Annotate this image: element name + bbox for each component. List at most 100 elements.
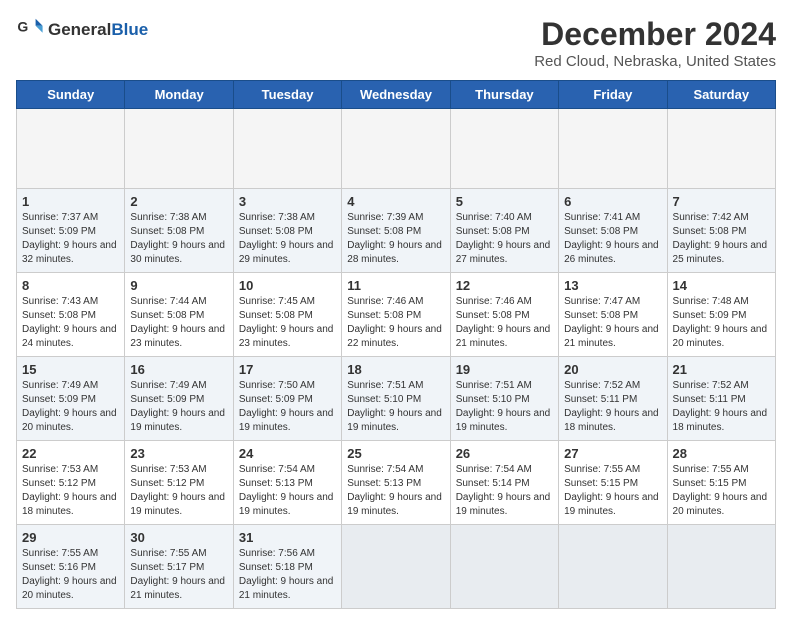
table-row: 20 Sunrise: 7:52 AMSunset: 5:11 PMDayligh…: [559, 357, 667, 441]
table-row: [559, 109, 667, 189]
day-number: 22: [22, 446, 119, 461]
day-number: 30: [130, 530, 227, 545]
day-number: 17: [239, 362, 336, 377]
day-number: 25: [347, 446, 444, 461]
table-row: 18 Sunrise: 7:51 AMSunset: 5:10 PMDayligh…: [342, 357, 450, 441]
day-number: 8: [22, 278, 119, 293]
table-row: 21 Sunrise: 7:52 AMSunset: 5:11 PMDayligh…: [667, 357, 775, 441]
table-row: [450, 109, 558, 189]
day-info: Sunrise: 7:46 AMSunset: 5:08 PMDaylight:…: [456, 295, 553, 351]
col-saturday: Saturday: [667, 81, 775, 109]
day-info: Sunrise: 7:55 AMSunset: 5:15 PMDaylight:…: [673, 463, 770, 519]
page-header: G GeneralBlue December 2024 Red Cloud, N…: [16, 16, 776, 70]
day-info: Sunrise: 7:51 AMSunset: 5:10 PMDaylight:…: [456, 379, 553, 435]
day-number: 31: [239, 530, 336, 545]
table-row: 29 Sunrise: 7:55 AMSunset: 5:16 PMDayligh…: [17, 525, 125, 609]
table-row: 30 Sunrise: 7:55 AMSunset: 5:17 PMDayligh…: [125, 525, 233, 609]
table-row: 27 Sunrise: 7:55 AMSunset: 5:15 PMDayligh…: [559, 441, 667, 525]
table-row: 23 Sunrise: 7:53 AMSunset: 5:12 PMDayligh…: [125, 441, 233, 525]
table-row: 14 Sunrise: 7:48 AMSunset: 5:09 PMDayligh…: [667, 273, 775, 357]
day-number: 5: [456, 194, 553, 209]
table-row: 15Sunrise: 7:49 AMSunset: 5:09 PMDayligh…: [17, 357, 125, 441]
day-number: 7: [673, 194, 770, 209]
table-row: 6Sunrise: 7:41 AMSunset: 5:08 PMDaylight…: [559, 189, 667, 273]
day-info: Sunrise: 7:55 AMSunset: 5:17 PMDaylight:…: [130, 547, 227, 603]
calendar-week-row: [17, 109, 776, 189]
day-number: 1: [22, 194, 119, 209]
col-sunday: Sunday: [17, 81, 125, 109]
table-row: [233, 109, 341, 189]
logo-general-text: General: [48, 20, 111, 39]
calendar-week-row: 15Sunrise: 7:49 AMSunset: 5:09 PMDayligh…: [17, 357, 776, 441]
day-number: 21: [673, 362, 770, 377]
day-info: Sunrise: 7:44 AMSunset: 5:08 PMDaylight:…: [130, 295, 227, 351]
day-info: Sunrise: 7:45 AMSunset: 5:08 PMDaylight:…: [239, 295, 336, 351]
day-number: 20: [564, 362, 661, 377]
table-row: 5 Sunrise: 7:40 AMSunset: 5:08 PMDaylight…: [450, 189, 558, 273]
logo-blue-text: Blue: [111, 20, 148, 39]
day-info: Sunrise: 7:49 AMSunset: 5:09 PMDaylight:…: [130, 379, 227, 435]
table-row: 17 Sunrise: 7:50 AMSunset: 5:09 PMDayligh…: [233, 357, 341, 441]
day-number: 11: [347, 278, 444, 293]
calendar-week-row: 22 Sunrise: 7:53 AMSunset: 5:12 PMDayligh…: [17, 441, 776, 525]
day-info: Sunrise: 7:38 AMSunset: 5:08 PMDaylight:…: [239, 211, 336, 267]
svg-text:G: G: [17, 18, 28, 34]
day-info: Sunrise: 7:41 AMSunset: 5:08 PMDaylight:…: [564, 211, 661, 267]
day-info: Sunrise: 7:39 AMSunset: 5:08 PMDaylight:…: [347, 211, 444, 267]
table-row: 11Sunrise: 7:46 AMSunset: 5:08 PMDayligh…: [342, 273, 450, 357]
table-row: 28Sunrise: 7:55 AMSunset: 5:15 PMDayligh…: [667, 441, 775, 525]
day-info: Sunrise: 7:43 AMSunset: 5:08 PMDaylight:…: [22, 295, 119, 351]
day-info: Sunrise: 7:55 AMSunset: 5:15 PMDaylight:…: [564, 463, 661, 519]
day-info: Sunrise: 7:42 AMSunset: 5:08 PMDaylight:…: [673, 211, 770, 267]
table-row: 12Sunrise: 7:46 AMSunset: 5:08 PMDayligh…: [450, 273, 558, 357]
day-number: 14: [673, 278, 770, 293]
table-row: [125, 109, 233, 189]
table-row: [667, 109, 775, 189]
day-info: Sunrise: 7:51 AMSunset: 5:10 PMDaylight:…: [347, 379, 444, 435]
day-number: 27: [564, 446, 661, 461]
table-row: 25 Sunrise: 7:54 AMSunset: 5:13 PMDayligh…: [342, 441, 450, 525]
day-number: 13: [564, 278, 661, 293]
day-number: 10: [239, 278, 336, 293]
table-row: [342, 525, 450, 609]
calendar-week-row: 1 Sunrise: 7:37 AMSunset: 5:09 PMDaylight…: [17, 189, 776, 273]
day-number: 29: [22, 530, 119, 545]
day-number: 3: [239, 194, 336, 209]
day-number: 24: [239, 446, 336, 461]
table-row: [450, 525, 558, 609]
location-subtitle: Red Cloud, Nebraska, United States: [534, 53, 776, 70]
col-tuesday: Tuesday: [233, 81, 341, 109]
day-number: 2: [130, 194, 227, 209]
day-info: Sunrise: 7:53 AMSunset: 5:12 PMDaylight:…: [130, 463, 227, 519]
day-info: Sunrise: 7:50 AMSunset: 5:09 PMDaylight:…: [239, 379, 336, 435]
day-info: Sunrise: 7:48 AMSunset: 5:09 PMDaylight:…: [673, 295, 770, 351]
day-info: Sunrise: 7:37 AMSunset: 5:09 PMDaylight:…: [22, 211, 119, 267]
day-info: Sunrise: 7:54 AMSunset: 5:13 PMDaylight:…: [347, 463, 444, 519]
calendar-week-row: 29 Sunrise: 7:55 AMSunset: 5:16 PMDayligh…: [17, 525, 776, 609]
day-info: Sunrise: 7:40 AMSunset: 5:08 PMDaylight:…: [456, 211, 553, 267]
table-row: [342, 109, 450, 189]
table-row: 13Sunrise: 7:47 AMSunset: 5:08 PMDayligh…: [559, 273, 667, 357]
table-row: 2Sunrise: 7:38 AMSunset: 5:08 PMDaylight…: [125, 189, 233, 273]
logo-icon: G: [16, 16, 44, 44]
table-row: 24Sunrise: 7:54 AMSunset: 5:13 PMDayligh…: [233, 441, 341, 525]
table-row: 8 Sunrise: 7:43 AMSunset: 5:08 PMDaylight…: [17, 273, 125, 357]
table-row: 26Sunrise: 7:54 AMSunset: 5:14 PMDayligh…: [450, 441, 558, 525]
day-number: 23: [130, 446, 227, 461]
day-info: Sunrise: 7:52 AMSunset: 5:11 PMDaylight:…: [673, 379, 770, 435]
day-info: Sunrise: 7:55 AMSunset: 5:16 PMDaylight:…: [22, 547, 119, 603]
table-row: 7 Sunrise: 7:42 AMSunset: 5:08 PMDaylight…: [667, 189, 775, 273]
day-info: Sunrise: 7:49 AMSunset: 5:09 PMDaylight:…: [22, 379, 119, 435]
day-number: 26: [456, 446, 553, 461]
table-row: [559, 525, 667, 609]
day-info: Sunrise: 7:52 AMSunset: 5:11 PMDaylight:…: [564, 379, 661, 435]
table-row: 4Sunrise: 7:39 AMSunset: 5:08 PMDaylight…: [342, 189, 450, 273]
day-number: 16: [130, 362, 227, 377]
table-row: 22Sunrise: 7:53 AMSunset: 5:12 PMDayligh…: [17, 441, 125, 525]
logo: G GeneralBlue: [16, 16, 148, 44]
day-number: 18: [347, 362, 444, 377]
col-monday: Monday: [125, 81, 233, 109]
table-row: 3 Sunrise: 7:38 AMSunset: 5:08 PMDaylight…: [233, 189, 341, 273]
day-number: 19: [456, 362, 553, 377]
day-info: Sunrise: 7:56 AMSunset: 5:18 PMDaylight:…: [239, 547, 336, 603]
